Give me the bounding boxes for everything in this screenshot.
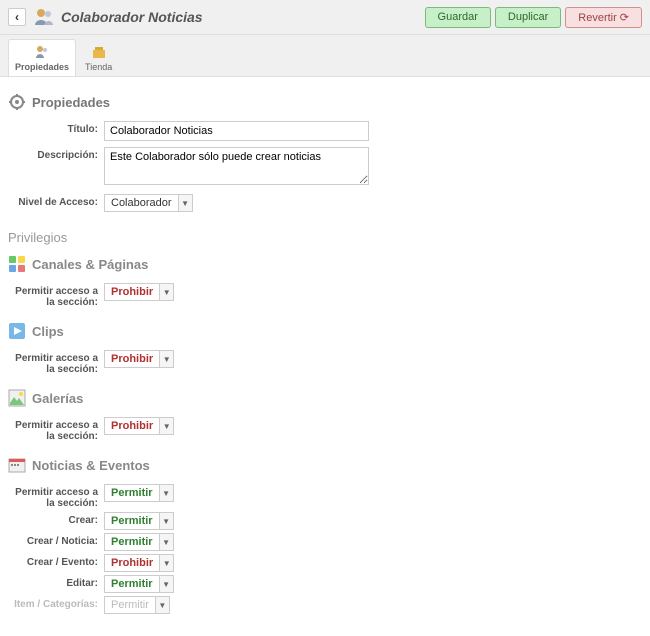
news-item-cat-select[interactable]: Permitir▼ — [104, 596, 170, 614]
dropdown-arrow-icon: ▼ — [159, 576, 173, 592]
dropdown-arrow-icon: ▼ — [159, 284, 173, 300]
tab-label: Propiedades — [15, 62, 69, 72]
select-value: Permitir — [105, 597, 155, 613]
create-label: Crear: — [8, 512, 104, 526]
clips-icon — [8, 322, 26, 340]
revert-button[interactable]: Revertir⟳ — [565, 7, 642, 28]
gear-icon — [8, 93, 26, 111]
allow-access-label: Permitir acceso a la sección: — [8, 484, 104, 509]
select-value: Prohibir — [105, 418, 159, 434]
dropdown-arrow-icon: ▼ — [155, 597, 169, 613]
select-value: Prohibir — [105, 351, 159, 367]
news-create-news-select[interactable]: Permitir▼ — [104, 533, 174, 551]
access-level-label: Nivel de Acceso: — [8, 194, 104, 208]
title-label: Título: — [8, 121, 104, 135]
dropdown-arrow-icon: ▼ — [159, 534, 173, 550]
select-value: Prohibir — [105, 555, 159, 571]
news-access-select[interactable]: Permitir▼ — [104, 484, 174, 502]
select-value: Prohibir — [105, 284, 159, 300]
properties-tab-icon — [34, 44, 50, 60]
galleries-access-select[interactable]: Prohibir ▼ — [104, 417, 174, 435]
back-button[interactable]: ‹ — [8, 8, 26, 26]
section-title: Canales & Páginas — [32, 257, 148, 272]
tab-properties[interactable]: Propiedades — [8, 39, 76, 76]
save-button[interactable]: Guardar — [425, 7, 491, 28]
description-label: Descripción: — [8, 147, 104, 161]
item-cat-label: Item / Categorías: — [8, 596, 104, 610]
select-value: Colaborador — [105, 195, 178, 211]
section-title: Noticias & Eventos — [32, 458, 150, 473]
section-title: Galerías — [32, 391, 83, 406]
galleries-icon — [8, 389, 26, 407]
select-value: Permitir — [105, 485, 159, 501]
create-news-label: Crear / Noticia: — [8, 533, 104, 547]
news-create-select[interactable]: Permitir▼ — [104, 512, 174, 530]
clips-access-select[interactable]: Prohibir ▼ — [104, 350, 174, 368]
news-create-event-select[interactable]: Prohibir▼ — [104, 554, 174, 572]
page-title: Colaborador Noticias — [61, 9, 425, 25]
allow-access-label: Permitir acceso a la sección: — [8, 350, 104, 375]
title-input[interactable] — [104, 121, 369, 141]
allow-access-label: Permitir acceso a la sección: — [8, 283, 104, 308]
dropdown-arrow-icon: ▼ — [159, 351, 173, 367]
allow-access-label: Permitir acceso a la sección: — [8, 417, 104, 442]
description-textarea[interactable]: Este Colaborador sólo puede crear notici… — [104, 147, 369, 185]
back-icon: ‹ — [15, 10, 19, 24]
select-value: Permitir — [105, 534, 159, 550]
section-title: Propiedades — [32, 95, 110, 110]
news-edit-select[interactable]: Permitir▼ — [104, 575, 174, 593]
refresh-icon: ⟳ — [620, 11, 629, 24]
users-icon — [32, 5, 56, 29]
section-title: Clips — [32, 324, 64, 339]
news-icon — [8, 456, 26, 474]
dropdown-arrow-icon: ▼ — [159, 418, 173, 434]
store-tab-icon — [91, 44, 107, 60]
channels-access-select[interactable]: Prohibir ▼ — [104, 283, 174, 301]
create-event-label: Crear / Evento: — [8, 554, 104, 568]
select-value: Permitir — [105, 513, 159, 529]
access-level-select[interactable]: Colaborador ▼ — [104, 194, 193, 212]
tab-label: Tienda — [85, 62, 112, 72]
edit-label: Editar: — [8, 575, 104, 589]
duplicate-button[interactable]: Duplicar — [495, 7, 561, 28]
dropdown-arrow-icon: ▼ — [178, 195, 192, 211]
tab-store[interactable]: Tienda — [78, 39, 119, 76]
dropdown-arrow-icon: ▼ — [159, 485, 173, 501]
select-value: Permitir — [105, 576, 159, 592]
privileges-heading: Privilegios — [8, 230, 642, 245]
dropdown-arrow-icon: ▼ — [159, 555, 173, 571]
channels-icon — [8, 255, 26, 273]
dropdown-arrow-icon: ▼ — [159, 513, 173, 529]
